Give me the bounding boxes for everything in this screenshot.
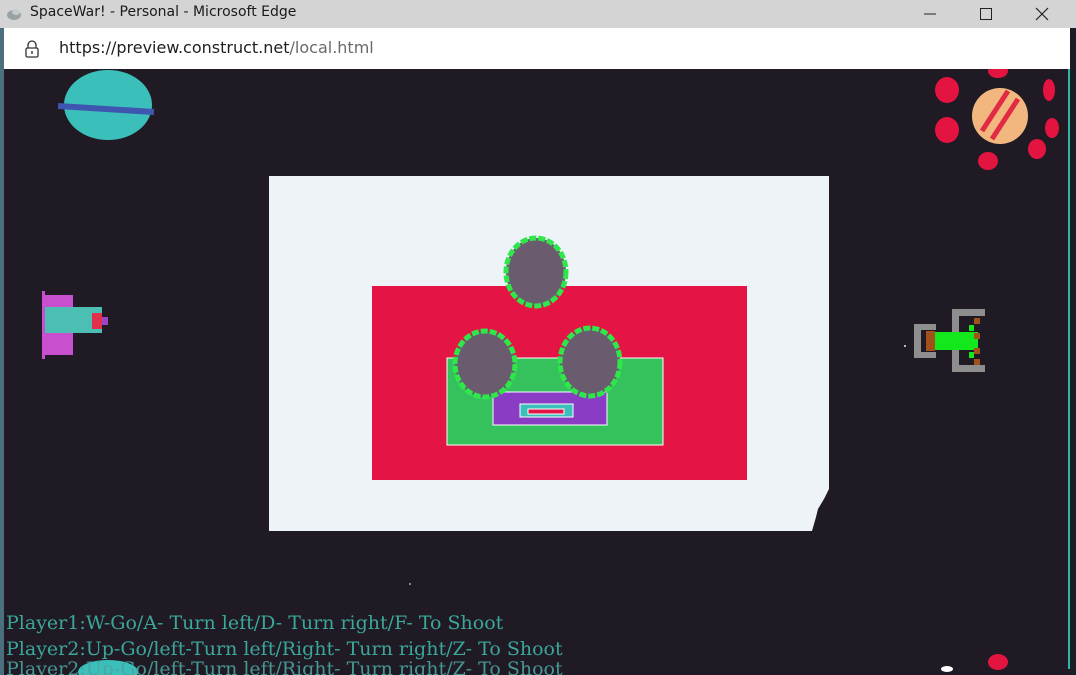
game-scene	[42, 69, 1059, 675]
maximize-button[interactable]	[958, 0, 1014, 28]
window-border-accent	[1068, 69, 1070, 669]
player2-ship	[904, 309, 985, 372]
lock-icon[interactable]	[24, 40, 40, 58]
player1-ship	[42, 291, 108, 359]
window-border-right	[1070, 69, 1076, 675]
asteroid	[452, 328, 518, 400]
address-bar[interactable]: https://preview.construct.net/local.html	[4, 28, 1070, 69]
planet-teal	[57, 70, 155, 140]
url-path: /local.html	[289, 38, 374, 57]
minimize-icon	[924, 13, 936, 15]
moon-reflection	[988, 654, 1008, 670]
player1-instructions: Player1:W-Go/A- Turn left/D- Turn right/…	[6, 612, 504, 634]
game-canvas[interactable]: Player1:W-Go/A- Turn left/D- Turn right/…	[4, 69, 1068, 675]
player2-instructions-echo: Player2:Up-Go/left-Turn left/Right- Turn…	[6, 658, 563, 675]
title-bar: SpaceWar! - Personal - Microsoft Edge	[0, 0, 1076, 28]
window-title: SpaceWar! - Personal - Microsoft Edge	[30, 4, 297, 20]
url-text[interactable]: https://preview.construct.net/local.html	[59, 38, 374, 57]
maximize-icon	[980, 8, 992, 20]
minimize-button[interactable]	[902, 0, 958, 28]
close-icon	[1035, 7, 1049, 21]
planet-orange-with-moons	[935, 69, 1059, 170]
asteroid	[557, 325, 623, 399]
url-host: https://preview.construct.net	[59, 38, 290, 57]
close-button[interactable]	[1014, 0, 1070, 28]
app-icon	[7, 9, 21, 20]
moon-glint	[941, 666, 953, 672]
asteroid	[503, 235, 569, 309]
board	[269, 176, 829, 531]
